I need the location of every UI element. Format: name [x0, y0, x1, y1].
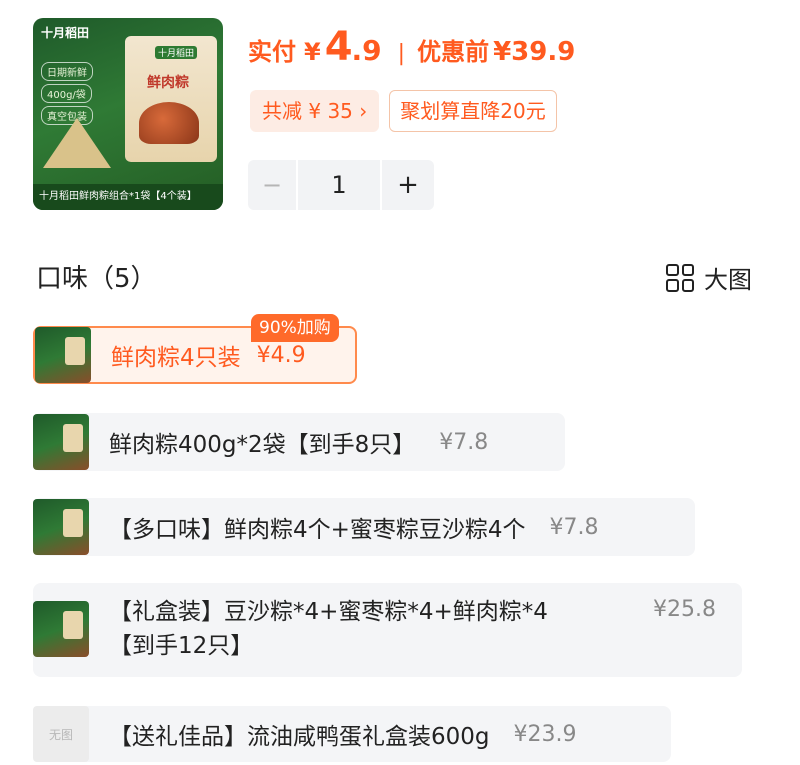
discount-detail-button[interactable]: 共减 ¥ 35 › — [250, 90, 380, 132]
option-price: ¥7.8 — [439, 429, 489, 455]
option-thumbnail — [33, 499, 89, 555]
product-image[interactable]: 十月稻田 日期新鲜 400g/袋 真空包装 十月稻田 鲜肉粽 十月稻田鲜肉粽组合… — [33, 18, 223, 210]
option-price: ¥25.8 — [653, 597, 716, 622]
option-item[interactable]: 【礼盒装】豆沙粽*4+蜜枣粽*4+鲜肉粽*4 【到手12只】 ¥25.8 — [33, 583, 742, 677]
paid-label: 实付 — [248, 38, 296, 66]
option-item[interactable]: 无图 【送礼佳品】流油咸鸭蛋礼盒装600g ¥23.9 — [33, 706, 671, 762]
original-price-label: 优惠前 — [417, 38, 490, 66]
option-item[interactable]: 【多口味】鲜肉粽4个+蜜枣粽豆沙粽4个 ¥7.8 — [33, 498, 695, 556]
option-thumbnail — [35, 327, 91, 383]
quantity-stepper: − 1 + — [248, 160, 434, 210]
option-price: ¥4.9 — [256, 342, 306, 368]
no-image-placeholder: 无图 — [33, 706, 89, 762]
option-label-line: 【到手12只】 — [109, 633, 254, 659]
bag-title: 鲜肉粽 — [147, 75, 189, 91]
grid-icon — [666, 263, 694, 292]
increment-button[interactable]: + — [382, 170, 434, 200]
large-view-toggle[interactable]: 大图 — [666, 260, 752, 295]
option-item[interactable]: 鲜肉粽400g*2袋【到手8只】 ¥7.8 — [33, 413, 565, 471]
bag-brand: 十月稻田 — [155, 46, 198, 59]
decrement-button[interactable]: − — [248, 171, 296, 199]
option-label-line: 【礼盒装】豆沙粽*4+蜜枣粽*4+鲜肉粽*4 — [109, 599, 548, 625]
brand-logo: 十月稻田 — [41, 26, 90, 40]
zongzi-illustration — [43, 118, 111, 168]
promo-tags: 共减 ¥ 35 › 聚划算直降20元 — [250, 90, 557, 132]
quantity-input[interactable]: 1 — [296, 160, 382, 210]
option-label: 【多口味】鲜肉粽4个+蜜枣粽豆沙粽4个 — [109, 517, 526, 543]
product-caption: 十月稻田鲜肉粽组合*1袋【4个装】 — [33, 184, 223, 210]
option-price: ¥7.8 — [549, 514, 599, 540]
view-label: 大图 — [704, 266, 752, 294]
feature-tag: 日期新鲜 — [41, 62, 93, 81]
price-row: 实付 ¥ 4 .9 | 优惠前 ¥39.9 — [248, 24, 575, 70]
promo-tag: 聚划算直降20元 — [389, 90, 557, 132]
feature-tag: 400g/袋 — [41, 84, 92, 103]
popularity-badge: 90%加购 — [251, 314, 339, 342]
price-integer: 4 — [324, 24, 353, 70]
option-label: 【礼盒装】豆沙粽*4+蜜枣粽*4+鲜肉粽*4 【到手12只】 — [109, 595, 548, 663]
option-thumbnail — [33, 414, 89, 470]
original-price: ¥39.9 — [493, 37, 576, 67]
option-label: 【送礼佳品】流油咸鸭蛋礼盒装600g — [109, 724, 490, 750]
package-illustration: 十月稻田 鲜肉粽 — [125, 36, 217, 162]
divider: | — [397, 41, 406, 66]
option-thumbnail — [33, 601, 89, 657]
option-label: 鲜肉粽400g*2袋【到手8只】 — [109, 432, 416, 458]
section-title: 口味（5） — [36, 264, 157, 294]
option-price: ¥23.9 — [513, 721, 577, 747]
price-decimal: .9 — [351, 34, 382, 67]
currency-symbol: ¥ — [304, 38, 321, 66]
dumpling-illustration — [139, 102, 199, 144]
option-label: 鲜肉粽4只装 — [111, 345, 241, 371]
